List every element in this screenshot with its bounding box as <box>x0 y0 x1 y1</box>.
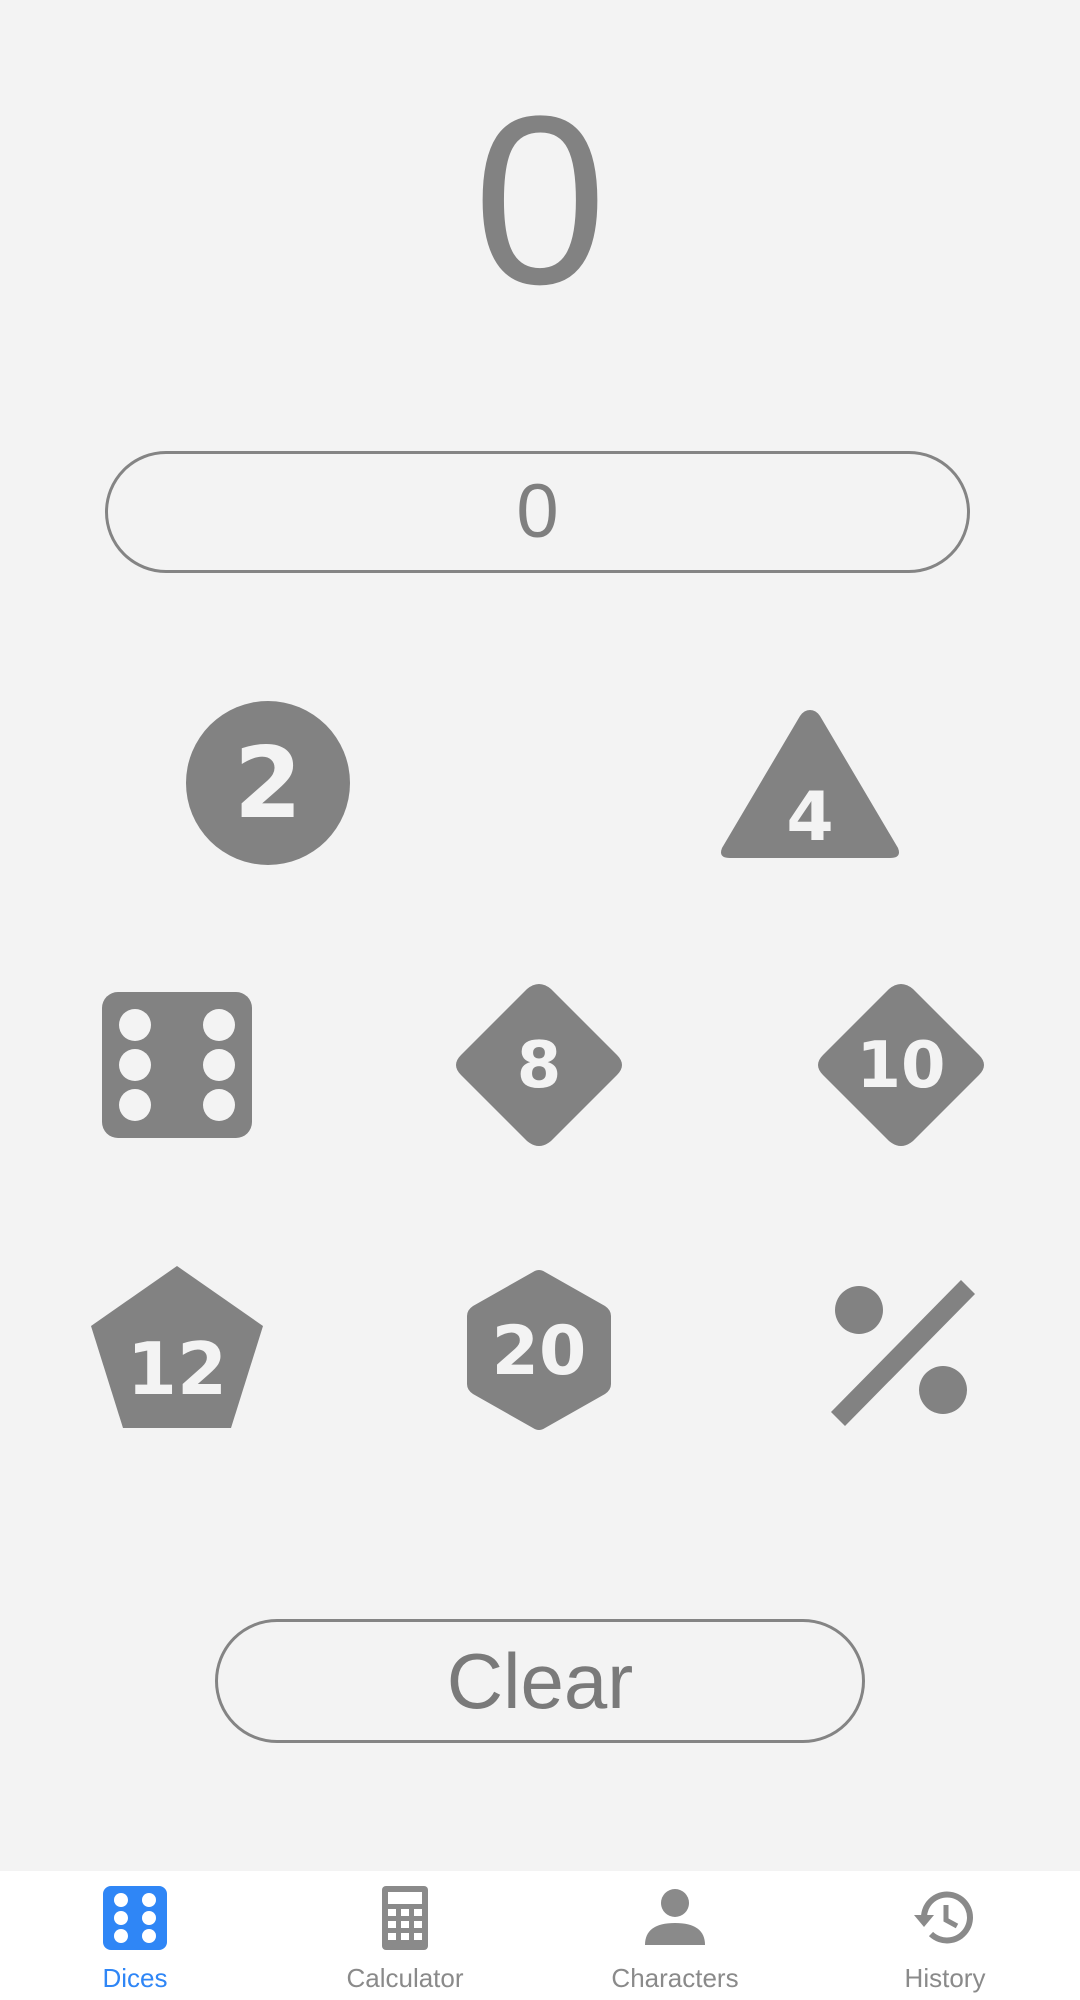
d2-label: 2 <box>234 727 302 841</box>
bottom-navigation: Dices Calculator Characters History <box>0 1871 1080 2000</box>
d10-label: 10 <box>856 1029 945 1103</box>
roll-total: 0 <box>473 66 607 334</box>
d6-button[interactable] <box>87 975 267 1155</box>
person-icon <box>645 1889 705 1945</box>
nav-label-history: History <box>904 1963 986 1993</box>
nav-item-dices[interactable]: Dices <box>0 1871 270 2000</box>
d8-icon: 8 <box>456 984 622 1146</box>
clear-button[interactable]: Clear <box>215 1619 865 1743</box>
d20-label: 20 <box>492 1312 587 1391</box>
d10-button[interactable]: 10 <box>811 975 991 1155</box>
nav-label-calculator: Calculator <box>346 1963 464 1993</box>
d2-button[interactable]: 2 <box>178 693 358 873</box>
history-icon <box>914 1891 973 1944</box>
dice-grid-icon <box>103 1886 167 1950</box>
calculator-icon <box>382 1886 428 1950</box>
d8-label: 8 <box>517 1029 562 1103</box>
six-sided-die-icon <box>102 992 252 1138</box>
d2-icon: 2 <box>186 701 350 865</box>
roll-expression-field[interactable]: 0 <box>105 451 970 573</box>
d10-icon: 10 <box>818 984 984 1146</box>
nav-item-history[interactable]: History <box>810 1871 1080 2000</box>
d20-icon: 20 <box>467 1270 611 1430</box>
d12-icon: 12 <box>91 1266 263 1428</box>
d20-button[interactable]: 20 <box>449 1260 629 1440</box>
percent-button[interactable] <box>811 1260 991 1440</box>
nav-label-dices: Dices <box>102 1963 168 1993</box>
d12-button[interactable]: 12 <box>87 1260 267 1440</box>
nav-label-characters: Characters <box>611 1963 739 1993</box>
percent-icon <box>831 1280 975 1426</box>
d4-button[interactable]: 4 <box>720 700 900 880</box>
d4-icon: 4 <box>721 710 899 858</box>
nav-item-characters[interactable]: Characters <box>540 1871 810 2000</box>
d4-label: 4 <box>786 778 833 857</box>
d8-button[interactable]: 8 <box>449 975 629 1155</box>
nav-item-calculator[interactable]: Calculator <box>270 1871 540 2000</box>
d12-label: 12 <box>127 1327 227 1411</box>
